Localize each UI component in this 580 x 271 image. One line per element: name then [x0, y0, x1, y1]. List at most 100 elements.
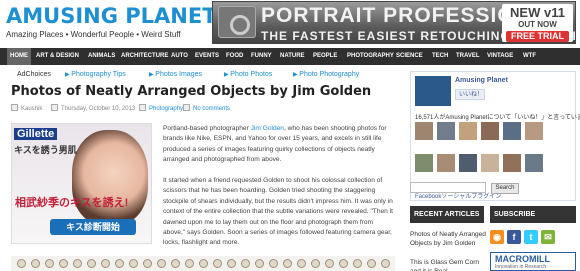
ad-link-photo-photography[interactable]: Photo Photography: [293, 71, 359, 78]
article-date: Thursday, October 10, 2013: [61, 106, 136, 112]
object-item: [339, 259, 348, 268]
banner-free-trial[interactable]: FREE TRIAL: [506, 31, 569, 42]
search-button[interactable]: Search: [491, 183, 519, 194]
object-item: [367, 259, 376, 268]
fb-fan-avatar[interactable]: [481, 122, 499, 140]
ad-link-photo-photos[interactable]: Photo Photos: [224, 71, 272, 78]
object-item: [185, 259, 194, 268]
nav-item-food[interactable]: FOOD: [226, 48, 243, 65]
fb-fan-avatar[interactable]: [503, 122, 521, 140]
fb-page-name[interactable]: Amusing Planet: [455, 77, 508, 84]
object-item: [381, 259, 390, 268]
object-item: [157, 259, 166, 268]
fb-fan-avatar[interactable]: [525, 122, 543, 140]
recent-article-link[interactable]: This is Glass Gem Corn and it is Real: [410, 258, 486, 271]
email-icon[interactable]: ✉: [541, 230, 555, 244]
fb-fan-avatar[interactable]: [415, 154, 433, 172]
logo-word-planet: PLANET: [125, 4, 217, 28]
gillette-ad-image[interactable]: Gillette キスを誘う男肌 相武紗季のキスを誘え! キス診断開始: [11, 123, 152, 244]
object-item: [297, 259, 306, 268]
nav-item-science[interactable]: SCIENCE: [396, 48, 423, 65]
fb-fan-avatar[interactable]: [437, 122, 455, 140]
nav-item-photography[interactable]: PHOTOGRAPHY: [347, 48, 394, 65]
object-item: [115, 259, 124, 268]
fb-fan-avatar[interactable]: [459, 154, 477, 172]
article-author[interactable]: Kaushik: [21, 104, 42, 114]
macromill-title: MACROMILL: [495, 254, 550, 264]
nav-item-architecture[interactable]: ARCHITECTURE: [121, 48, 168, 65]
logo-word-amusing: AMUSING: [6, 4, 118, 28]
nav-item-nature[interactable]: NATURE: [280, 48, 305, 65]
object-item: [171, 259, 180, 268]
adchoices-label[interactable]: AdChoices: [17, 71, 51, 78]
object-item: [255, 259, 264, 268]
camera-icon: [218, 6, 256, 38]
subscribe-heading: SUBSCRIBE: [490, 206, 576, 223]
nav-item-tech[interactable]: TECH: [432, 48, 448, 65]
object-item: [45, 259, 54, 268]
object-item: [283, 259, 292, 268]
ad-link-photography-tips[interactable]: Photography Tips: [65, 71, 125, 78]
object-item: [213, 259, 222, 268]
site-tagline: Amazing Places • Wonderful People • Weir…: [6, 30, 181, 39]
fb-fan-avatar[interactable]: [459, 122, 477, 140]
object-item: [269, 259, 278, 268]
nav-item-art-design[interactable]: ART & DESIGN: [36, 48, 79, 65]
facebook-icon[interactable]: f: [507, 230, 521, 244]
comment-icon: [183, 104, 190, 111]
object-item: [59, 259, 68, 268]
object-item: [199, 259, 208, 268]
fb-page-avatar[interactable]: [415, 76, 451, 106]
fb-fan-avatar[interactable]: [525, 154, 543, 172]
main-nav: HOME ART & DESIGN ANIMALS ARCHITECTURE A…: [0, 48, 580, 65]
nav-item-home[interactable]: HOME: [7, 48, 31, 65]
nav-item-animals[interactable]: ANIMALS: [88, 48, 115, 65]
twitter-icon[interactable]: t: [524, 230, 538, 244]
object-item: [353, 259, 362, 268]
macromill-ad[interactable]: MACROMILL Innovation in Research: [490, 252, 576, 271]
banner-available-label: OUT NOW: [518, 20, 557, 29]
article-comments-link[interactable]: No comments: [193, 104, 230, 114]
article-category[interactable]: Photography: [149, 104, 183, 114]
portrait-pro-banner-ad[interactable]: PORTRAIT PROFESSIONAL THE FASTEST EASIES…: [212, 1, 576, 44]
object-item: [87, 259, 96, 268]
nav-item-funny[interactable]: FUNNY: [251, 48, 272, 65]
fb-fan-faces: [415, 122, 573, 188]
object-item: [17, 259, 26, 268]
nav-item-people[interactable]: PEOPLE: [313, 48, 337, 65]
banner-new-label: NEW v11: [510, 5, 565, 20]
search-input[interactable]: [410, 182, 486, 193]
fb-like-button[interactable]: いいね！: [455, 89, 485, 100]
fb-like-count: 16,571人がAmusing Planetについて「いいね！」と言っています: [415, 115, 580, 121]
nav-item-auto[interactable]: AUTO: [171, 48, 188, 65]
object-item: [241, 259, 250, 268]
article-title: Photos of Neatly Arranged Objects by Jim…: [11, 84, 372, 99]
nav-item-events[interactable]: EVENTS: [195, 48, 219, 65]
site-header: AMUSING PLANET Amazing Places • Wonderfu…: [0, 0, 580, 46]
paragraph-1-pre: Portland-based photographer: [163, 125, 251, 132]
fb-fan-avatar[interactable]: [481, 154, 499, 172]
ad-start-button[interactable]: キス診断開始: [50, 219, 136, 235]
macromill-subtitle: Innovation in Research: [495, 264, 547, 270]
photographer-link[interactable]: Jim Golden: [251, 125, 284, 132]
nav-item-vintage[interactable]: VINTAGE: [487, 48, 513, 65]
fb-fan-avatar[interactable]: [503, 154, 521, 172]
rss-icon[interactable]: ◉: [490, 230, 504, 244]
object-item: [325, 259, 334, 268]
site-logo[interactable]: AMUSING PLANET Amazing Places • Wonderfu…: [6, 5, 217, 39]
fb-fan-avatar[interactable]: [437, 154, 455, 172]
nav-item-wtf[interactable]: WTF: [523, 48, 536, 65]
object-item: [143, 259, 152, 268]
object-item: [73, 259, 82, 268]
recent-article-link[interactable]: Photos of Neatly Arranged Objects by Jim…: [410, 230, 486, 248]
ad-link-photos-images[interactable]: Photos Images: [149, 71, 202, 78]
calendar-icon: [51, 104, 58, 111]
banner-new-badge[interactable]: NEW v11 OUT NOW FREE TRIAL: [502, 4, 573, 42]
article-paragraph-1: Portland-based photographer Jim Golden, …: [163, 124, 395, 166]
logo-title: AMUSING PLANET: [6, 5, 217, 27]
arranged-objects-photo: [11, 256, 395, 271]
fb-fan-avatar[interactable]: [415, 122, 433, 140]
nav-item-travel[interactable]: TRAVEL: [456, 48, 480, 65]
ad-line-1: キスを誘う男肌: [14, 145, 77, 155]
object-item: [227, 259, 236, 268]
